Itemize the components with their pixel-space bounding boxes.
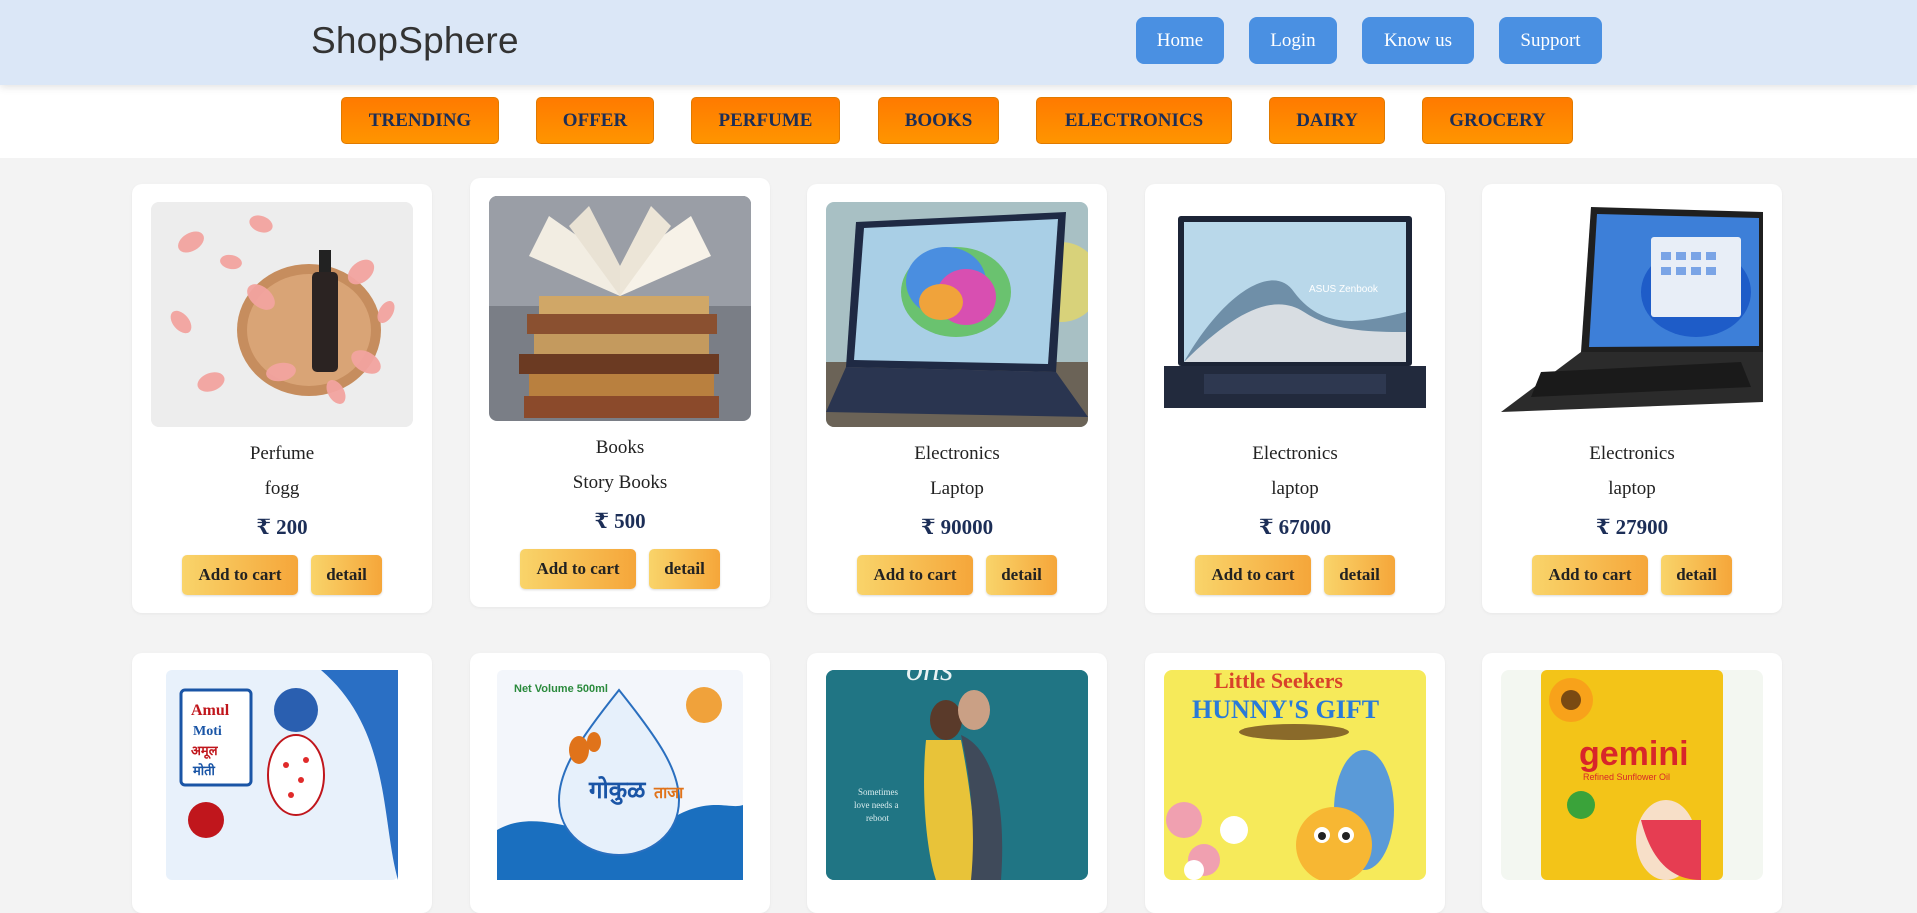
product-category: Electronics xyxy=(914,443,1000,464)
add-to-cart-button[interactable]: Add to cart xyxy=(1195,555,1311,595)
category-offer-button[interactable]: OFFER xyxy=(536,97,654,144)
gokul-label-line3: ताजा xyxy=(653,783,684,802)
product-card: Electronics Laptop ₹ 90000 Add to cart d… xyxy=(807,184,1107,613)
top-navbar: ShopSphere Home Login Know us Support xyxy=(0,0,1917,85)
product-image-perfume xyxy=(151,202,413,427)
detail-button[interactable]: detail xyxy=(649,549,720,589)
product-image-romance-book: ons Sometimes love needs a reboot xyxy=(826,670,1088,880)
product-card: Books Story Books ₹ 500 Add to cart deta… xyxy=(470,178,770,607)
product-image-gokul-milk: Net Volume 500ml गोकुळ ताजा xyxy=(489,670,751,880)
nav-login-button[interactable]: Login xyxy=(1249,17,1337,64)
product-price: ₹ 500 xyxy=(594,509,646,533)
amul-label-line2: Moti xyxy=(193,724,222,739)
product-name: Story Books xyxy=(572,472,668,493)
main-nav: Home Login Know us Support xyxy=(1136,17,1627,64)
category-dairy-button[interactable]: DAIRY xyxy=(1269,97,1385,144)
category-grocery-button[interactable]: GROCERY xyxy=(1422,97,1573,144)
product-card: ons Sometimes love needs a reboot xyxy=(807,653,1107,913)
product-name: laptop xyxy=(1608,478,1656,499)
product-category: Perfume xyxy=(249,443,315,464)
book-blurb-line3: reboot xyxy=(866,813,889,823)
svg-text:ons: ons xyxy=(906,670,953,688)
amul-label-line4: मोती xyxy=(192,763,216,779)
add-to-cart-button[interactable]: Add to cart xyxy=(182,555,298,595)
product-image-laptop: ASUS Zenbook xyxy=(1164,202,1426,427)
add-to-cart-button[interactable]: Add to cart xyxy=(857,555,973,595)
product-card: Amul Moti अमूल मोती xyxy=(132,653,432,913)
category-trending-button[interactable]: TRENDING xyxy=(341,97,499,144)
product-card: Electronics laptop ₹ 27900 Add to cart d… xyxy=(1482,184,1782,613)
product-card: Little Seekers HUNNY'S GIFT xyxy=(1145,653,1445,913)
product-price: ₹ 67000 xyxy=(1258,515,1332,539)
category-perfume-button[interactable]: PERFUME xyxy=(691,97,840,144)
product-image-gemini-oil: gemini Refined Sunflower Oil xyxy=(1501,670,1763,880)
category-books-button[interactable]: BOOKS xyxy=(878,97,999,144)
product-category: Books xyxy=(595,437,645,458)
product-image-little-seekers-book: Little Seekers HUNNY'S GIFT xyxy=(1164,670,1426,880)
product-image-amul-milk: Amul Moti अमूल मोती xyxy=(151,670,413,880)
svg-text:ASUS Zenbook: ASUS Zenbook xyxy=(1309,284,1379,295)
book-series-title: Little Seekers xyxy=(1214,670,1343,693)
add-to-cart-button[interactable]: Add to cart xyxy=(1532,555,1648,595)
amul-label-line1: Amul xyxy=(191,702,230,719)
product-image-books xyxy=(489,196,751,421)
product-category: Electronics xyxy=(1252,443,1338,464)
product-name: fogg xyxy=(264,478,300,499)
product-card: Net Volume 500ml गोकुळ ताजा xyxy=(470,653,770,913)
book-blurb-line2: love needs a xyxy=(854,800,898,810)
gemini-subtitle: Refined Sunflower Oil xyxy=(1583,772,1670,782)
product-name: laptop xyxy=(1271,478,1319,499)
product-name: Laptop xyxy=(930,478,984,499)
amul-label-line3: अमूल xyxy=(191,744,219,759)
detail-button[interactable]: detail xyxy=(311,555,382,595)
product-category: Electronics xyxy=(1589,443,1675,464)
gemini-brand-text: gemini xyxy=(1579,735,1689,773)
product-image-laptop xyxy=(826,202,1088,427)
detail-button[interactable]: detail xyxy=(1661,555,1732,595)
nav-support-button[interactable]: Support xyxy=(1499,17,1602,64)
book-title: HUNNY'S GIFT xyxy=(1192,695,1379,724)
product-price: ₹ 27900 xyxy=(1595,515,1669,539)
gokul-label-line2: गोकुळ xyxy=(588,776,647,805)
category-bar: TRENDING OFFER PERFUME BOOKS ELECTRONICS… xyxy=(0,85,1917,158)
detail-button[interactable]: detail xyxy=(986,555,1057,595)
product-card: ASUS Zenbook Electronics laptop ₹ 67000 … xyxy=(1145,184,1445,613)
product-card: gemini Refined Sunflower Oil xyxy=(1482,653,1782,913)
add-to-cart-button[interactable]: Add to cart xyxy=(520,549,636,589)
brand-logo[interactable]: ShopSphere xyxy=(311,20,519,62)
nav-know-us-button[interactable]: Know us xyxy=(1362,17,1474,64)
nav-home-button[interactable]: Home xyxy=(1136,17,1224,64)
product-price: ₹ 90000 xyxy=(920,515,994,539)
book-blurb-line1: Sometimes xyxy=(858,787,898,797)
gokul-label-line1: Net Volume 500ml xyxy=(514,683,608,695)
product-price: ₹ 200 xyxy=(256,515,308,539)
product-card: Perfume fogg ₹ 200 Add to cart detail xyxy=(132,184,432,613)
category-electronics-button[interactable]: ELECTRONICS xyxy=(1036,97,1232,144)
detail-button[interactable]: detail xyxy=(1324,555,1395,595)
product-image-laptop xyxy=(1501,202,1763,427)
